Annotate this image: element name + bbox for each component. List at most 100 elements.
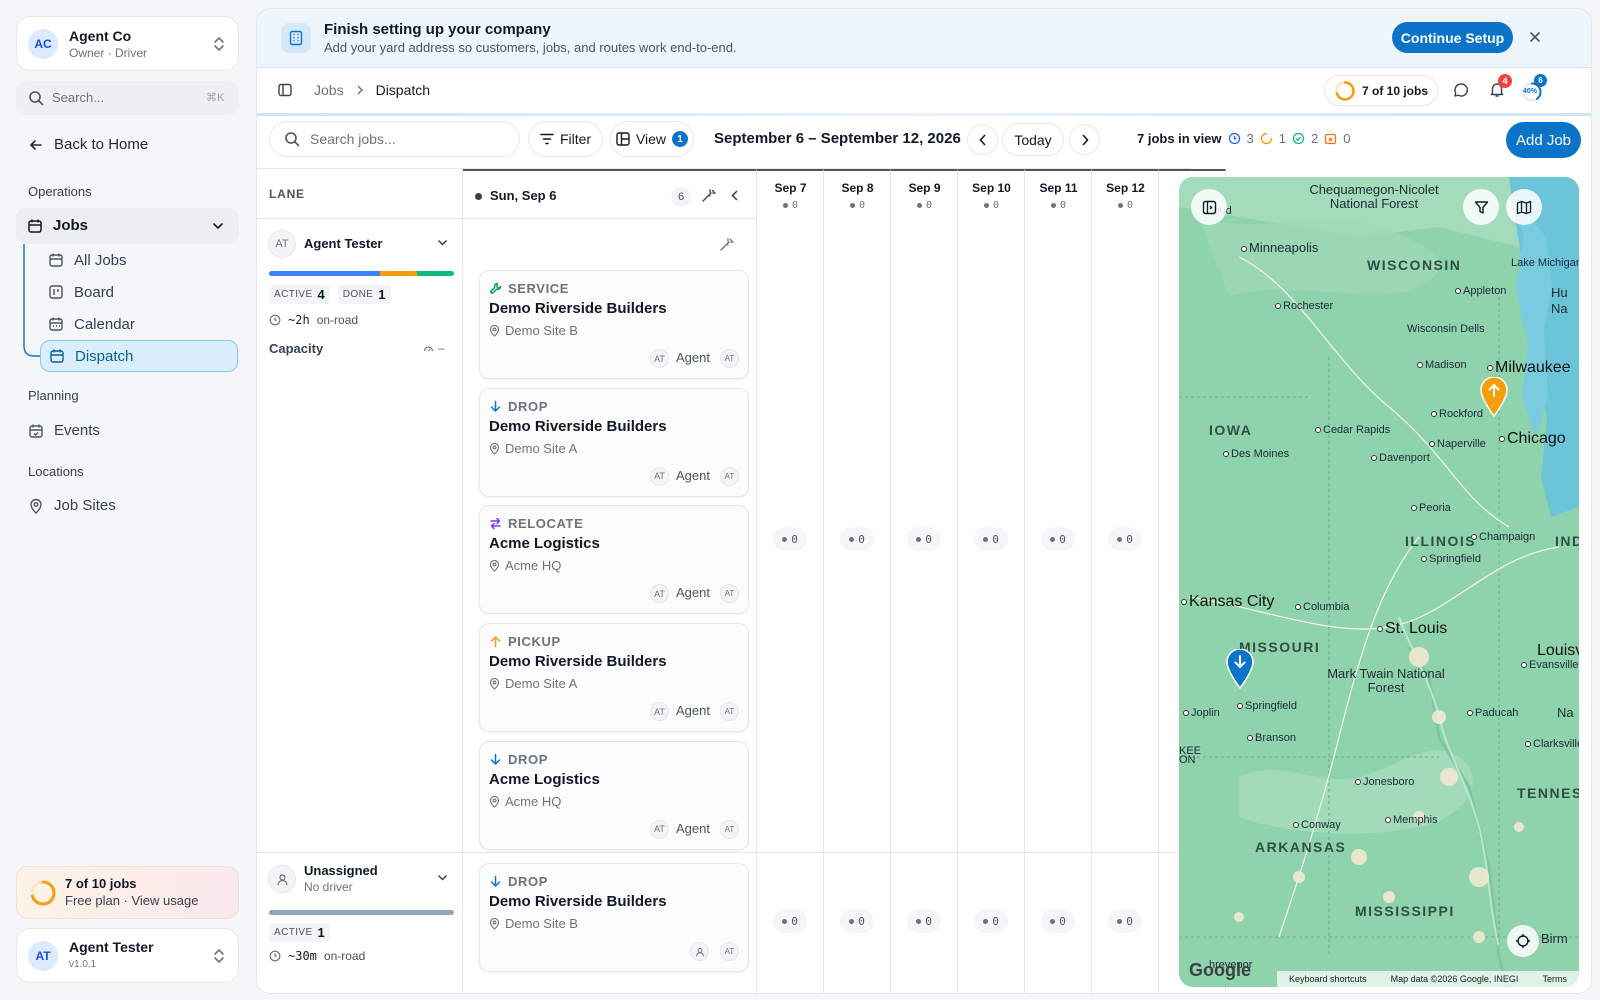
nav-board[interactable]: Board: [40, 276, 238, 308]
nav-events[interactable]: Events: [28, 422, 100, 439]
map-layers-button[interactable]: [1506, 189, 1542, 225]
job-card[interactable]: DROP Demo Riverside Builders Demo Site B AT: [479, 863, 749, 972]
nav-job-sites[interactable]: Job Sites: [28, 497, 116, 514]
dispatch-map[interactable]: Chequamegon-Nicolet National Forest Minne…: [1179, 177, 1579, 987]
map-label-champaign: Champaign: [1471, 531, 1535, 543]
map-label-forest-north: Chequamegon-Nicolet National Forest: [1309, 182, 1439, 211]
map-label-jonesboro: Jonesboro: [1355, 776, 1414, 788]
user-menu[interactable]: AT Agent Tester v1.0.1: [16, 928, 239, 983]
chevron-down-icon[interactable]: [437, 239, 448, 247]
capacity-label: Capacity: [269, 341, 324, 356]
scheduled-count: 3: [1246, 131, 1254, 146]
org-switcher[interactable]: AC Agent Co Owner · Driver: [16, 16, 239, 71]
job-customer: Demo Riverside Builders: [489, 893, 667, 910]
job-site: Acme HQ: [505, 558, 562, 574]
job-card[interactable]: RELOCATE Acme Logistics Acme HQ AT Agent AT: [479, 505, 749, 615]
prev-week-button[interactable]: [967, 124, 998, 155]
lane1-day-chip[interactable]: 0: [840, 527, 874, 551]
city-dot: [1295, 604, 1301, 611]
job-search-input[interactable]: Search jobs...: [269, 121, 520, 157]
drop-marker[interactable]: [1226, 649, 1254, 689]
onboarding-progress[interactable]: 40% 6: [1521, 74, 1547, 103]
assign-driver-button[interactable]: AT: [720, 819, 739, 839]
city-dot: [1315, 427, 1321, 434]
lane2-day-chip[interactable]: 0: [773, 909, 807, 933]
lane1-day-chip[interactable]: 0: [773, 527, 807, 551]
map-filter-button[interactable]: [1463, 189, 1499, 225]
board-icon: [49, 285, 63, 299]
day-column-header[interactable]: Sep 12 0: [1092, 169, 1159, 219]
notifications-button[interactable]: 4: [1489, 74, 1512, 98]
city-dot: [1247, 735, 1253, 742]
assign-driver-button[interactable]: AT: [720, 942, 739, 961]
today-button[interactable]: Today: [1002, 123, 1064, 156]
day-column: [1092, 219, 1159, 993]
job-card[interactable]: PICKUP Demo Riverside Builders Demo Site A…: [479, 623, 749, 733]
close-icon[interactable]: [1528, 30, 1542, 44]
lane1-day-chip[interactable]: 0: [1108, 527, 1142, 551]
count-dot: [1050, 918, 1056, 924]
nav-jobs[interactable]: Jobs: [16, 208, 239, 244]
lane1-day-chip[interactable]: 0: [974, 527, 1008, 551]
usage-title: 7 of 10 jobs: [65, 876, 137, 891]
lane2-day-chip[interactable]: 0: [974, 909, 1008, 933]
nav-dispatch-label: Dispatch: [75, 347, 134, 365]
map-locate-button[interactable]: [1507, 925, 1539, 957]
today-job-count: 6: [671, 187, 691, 207]
notification-count-badge: 4: [1498, 74, 1512, 88]
collapse-left-icon[interactable]: [731, 190, 739, 201]
in-progress-count: 1: [1278, 131, 1286, 146]
lane2-day-chip[interactable]: 0: [1041, 909, 1075, 933]
nav-calendar-label: Calendar: [74, 315, 135, 333]
job-card[interactable]: DROP Acme Logistics Acme HQ AT Agent AT: [479, 740, 749, 850]
day-column-header[interactable]: Sep 9 0: [891, 169, 958, 219]
breadcrumb-jobs[interactable]: Jobs: [314, 82, 344, 98]
next-week-button[interactable]: [1069, 124, 1100, 155]
filter-button[interactable]: Filter: [528, 121, 603, 157]
continue-setup-button[interactable]: Continue Setup: [1392, 22, 1513, 53]
lane-stats: ACTIVE 4 DONE 1: [269, 285, 391, 304]
terms-link[interactable]: Terms: [1542, 974, 1567, 984]
search-icon: [285, 132, 300, 147]
assign-driver-button[interactable]: AT: [720, 584, 739, 604]
day-label: Sep 10: [972, 181, 1011, 195]
day-column-header[interactable]: Sep 8 0: [824, 169, 891, 219]
nav-dispatch[interactable]: Dispatch: [40, 340, 238, 372]
jobs-usage-pill[interactable]: 7 of 10 jobs: [1324, 75, 1438, 106]
city-dot: [1499, 435, 1505, 442]
chevron-down-icon[interactable]: [437, 874, 448, 882]
nav-all-jobs[interactable]: All Jobs: [40, 244, 238, 276]
arrow-down-icon: [490, 400, 501, 412]
day-column-header[interactable]: Sep 7 0: [757, 169, 824, 219]
view-button[interactable]: View 1: [610, 121, 694, 157]
assign-driver-button[interactable]: AT: [720, 702, 739, 722]
magic-wand-icon[interactable]: [701, 188, 716, 203]
assign-driver-button[interactable]: AT: [720, 349, 739, 368]
map-panel-toggle-button[interactable]: [1191, 189, 1227, 225]
assignee-name: Agent: [676, 350, 710, 365]
day-count: 0: [1092, 200, 1158, 211]
lane2-day-chip[interactable]: 0: [907, 909, 941, 933]
pickup-marker[interactable]: [1480, 377, 1508, 417]
count-dot: [1117, 536, 1123, 542]
add-job-button[interactable]: Add Job: [1506, 122, 1581, 158]
assign-driver-button[interactable]: AT: [720, 466, 739, 486]
lane2-day-chip[interactable]: 0: [1108, 909, 1142, 933]
job-card[interactable]: SERVICE Demo Riverside Builders Demo Site …: [479, 270, 749, 379]
sidebar-toggle-icon[interactable]: [277, 82, 293, 98]
lane1-day-chip[interactable]: 0: [1041, 527, 1075, 551]
day-count-value: 0: [858, 200, 866, 211]
usage-card[interactable]: 7 of 10 jobs Free plan · View usage: [16, 866, 239, 919]
chat-icon[interactable]: [1453, 82, 1469, 98]
job-card[interactable]: DROP Demo Riverside Builders Demo Site A AT…: [479, 387, 749, 497]
lane2-day-chip[interactable]: 0: [840, 909, 874, 933]
today-label: Sun, Sep 6: [490, 188, 557, 203]
nav-calendar[interactable]: Calendar: [40, 308, 238, 340]
keyboard-shortcuts-link[interactable]: Keyboard shortcuts: [1289, 974, 1367, 984]
day-column-header[interactable]: Sep 11 0: [1025, 169, 1092, 219]
magic-wand-icon[interactable]: [719, 237, 734, 252]
sidebar-search[interactable]: Search... ⌘K: [16, 81, 239, 115]
day-column-header[interactable]: Sep 10 0: [958, 169, 1025, 219]
back-to-home-link[interactable]: Back to Home: [28, 136, 148, 153]
lane1-day-chip[interactable]: 0: [907, 527, 941, 551]
